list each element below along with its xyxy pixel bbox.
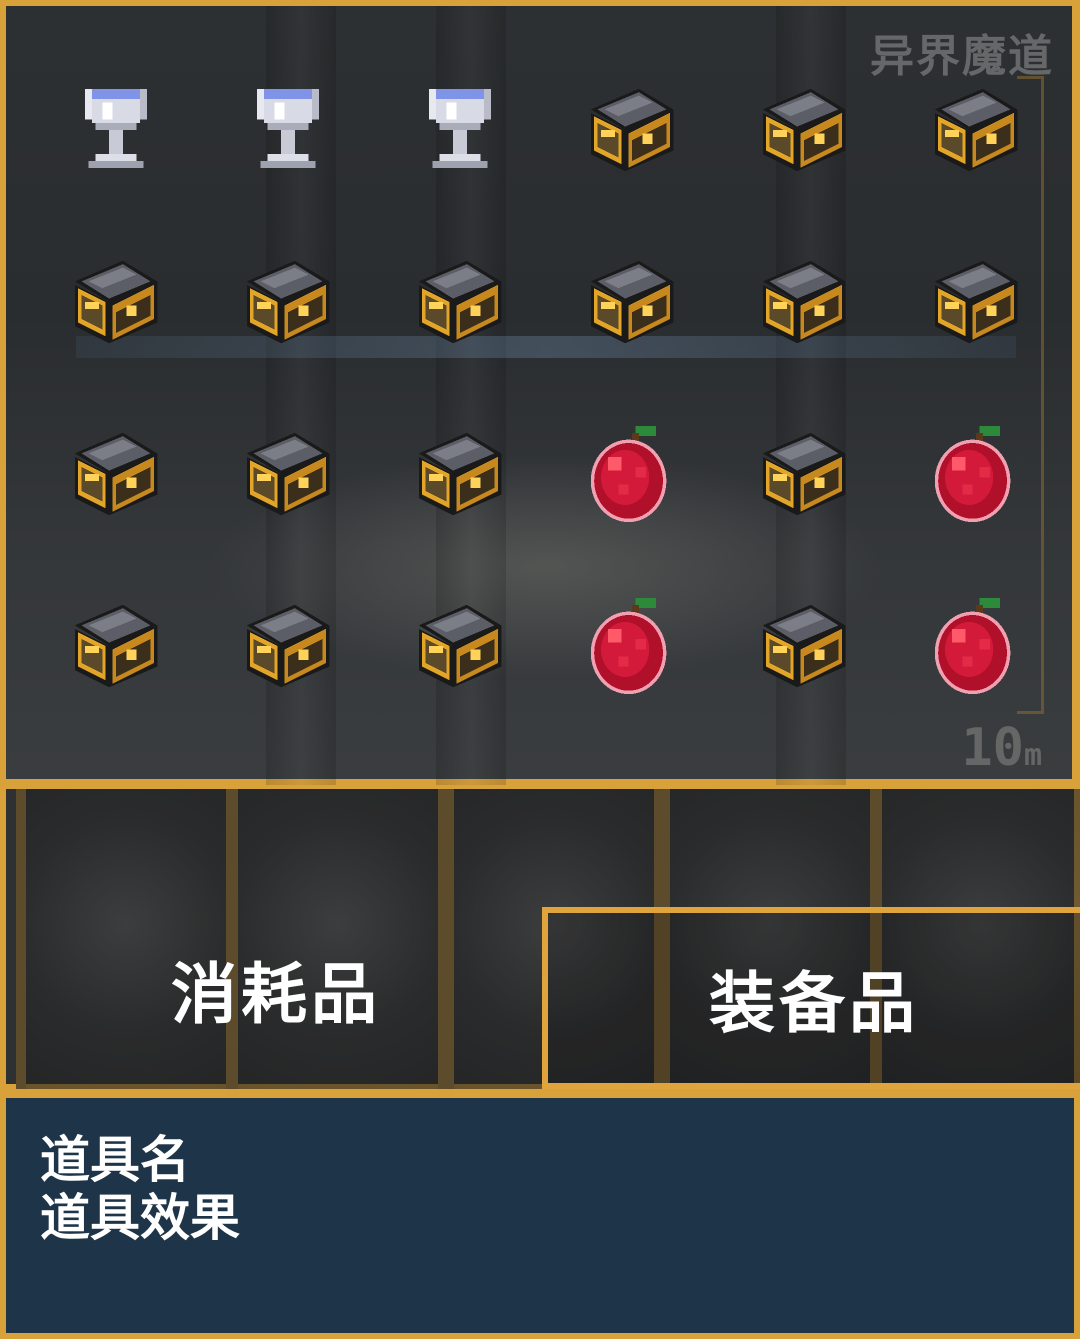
red-apple-icon bbox=[577, 591, 687, 705]
inventory-slot[interactable] bbox=[890, 218, 1062, 390]
silver-goblet-icon bbox=[405, 75, 515, 189]
treasure-chest-icon bbox=[577, 75, 687, 189]
item-effect: 道具效果 bbox=[40, 1189, 240, 1247]
inventory-slot[interactable] bbox=[546, 562, 718, 734]
inventory-slot[interactable] bbox=[374, 562, 546, 734]
treasure-chest-icon bbox=[749, 419, 859, 533]
inventory-slot[interactable] bbox=[718, 46, 890, 218]
inventory-slot[interactable] bbox=[374, 218, 546, 390]
red-apple-icon bbox=[577, 419, 687, 533]
silver-goblet-icon bbox=[61, 75, 171, 189]
inventory-slot[interactable] bbox=[718, 218, 890, 390]
inventory-slot[interactable] bbox=[30, 46, 202, 218]
treasure-chest-icon bbox=[577, 247, 687, 361]
silver-goblet-icon bbox=[233, 75, 343, 189]
treasure-chest-icon bbox=[61, 419, 171, 533]
tab-equipment[interactable]: 装备品 bbox=[542, 907, 1080, 1089]
inventory-slot[interactable] bbox=[30, 218, 202, 390]
inventory-slot[interactable] bbox=[546, 46, 718, 218]
red-apple-icon bbox=[921, 419, 1031, 533]
tab-consumables[interactable]: 消耗品 bbox=[6, 889, 546, 1089]
inventory-slot[interactable] bbox=[546, 218, 718, 390]
treasure-chest-icon bbox=[233, 591, 343, 705]
item-description-box: 道具名 道具效果 bbox=[0, 1090, 1080, 1339]
treasure-chest-icon bbox=[921, 247, 1031, 361]
treasure-chest-icon bbox=[749, 247, 859, 361]
inventory-slot[interactable] bbox=[202, 46, 374, 218]
treasure-chest-icon bbox=[921, 75, 1031, 189]
inventory-slot[interactable] bbox=[890, 562, 1062, 734]
tab-equipment-label: 装备品 bbox=[709, 965, 919, 1042]
treasure-chest-icon bbox=[61, 247, 171, 361]
treasure-chest-icon bbox=[61, 591, 171, 705]
inventory-slot[interactable] bbox=[202, 218, 374, 390]
inventory-slot[interactable] bbox=[890, 390, 1062, 562]
treasure-chest-icon bbox=[749, 591, 859, 705]
treasure-chest-icon bbox=[405, 591, 515, 705]
inventory-slot[interactable] bbox=[30, 390, 202, 562]
inventory-slot[interactable] bbox=[30, 562, 202, 734]
inventory-slot[interactable] bbox=[890, 46, 1062, 218]
inventory-slot[interactable] bbox=[718, 390, 890, 562]
inventory-slot[interactable] bbox=[202, 390, 374, 562]
inventory-slot[interactable] bbox=[374, 390, 546, 562]
treasure-chest-icon bbox=[233, 419, 343, 533]
inventory-panel: 异界魔道 10m bbox=[0, 0, 1080, 786]
tab-consumables-label: 消耗品 bbox=[171, 956, 381, 1033]
item-grid bbox=[30, 46, 1062, 736]
treasure-chest-icon bbox=[749, 75, 859, 189]
treasure-chest-icon bbox=[405, 419, 515, 533]
inventory-slot[interactable] bbox=[718, 562, 890, 734]
inventory-slot[interactable] bbox=[202, 562, 374, 734]
inventory-slot[interactable] bbox=[546, 390, 718, 562]
inventory-slot[interactable] bbox=[374, 46, 546, 218]
category-tabs: 消耗品 装备品 bbox=[0, 785, 1080, 1090]
treasure-chest-icon bbox=[233, 247, 343, 361]
treasure-chest-icon bbox=[405, 247, 515, 361]
red-apple-icon bbox=[921, 591, 1031, 705]
depth-unit: m bbox=[1023, 738, 1042, 773]
